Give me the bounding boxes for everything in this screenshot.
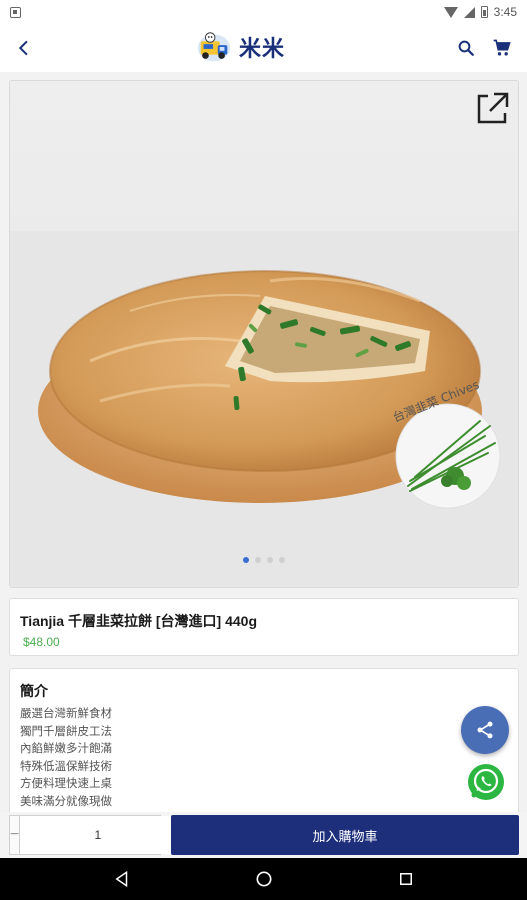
product-title-card: Tianjia 千層韭菜拉餅 [台灣進口] 440g $48.00 [9,598,519,656]
status-right: 3:45 [443,5,517,19]
intro-line: 特殊低溫保鮮技術 [20,758,112,773]
app-bar: 米米 [0,24,527,72]
status-left [10,6,21,18]
intro-line: 獨門千層餅皮工法 [20,723,112,738]
quantity-input[interactable] [20,816,176,854]
logo-truck-icon [197,32,231,62]
system-nav-bar [0,858,527,900]
open-external-icon [477,92,509,124]
product-image-card [9,80,519,588]
open-external-button[interactable] [472,89,512,129]
intro-line: 嚴選台灣新鮮食材 [20,706,112,720]
product-price: $48.00 [23,635,60,649]
nav-back-button[interactable] [110,867,134,891]
intro-heading: 簡介 [20,684,48,700]
carousel-dots [10,557,518,563]
back-arrow-icon [18,40,28,56]
wifi-icon [443,6,458,18]
back-triangle-icon [114,870,127,888]
add-to-cart-bar: − + 加入購物車 [0,812,527,858]
intro-line: 內餡鮮嫩多汁飽滿 [20,741,112,755]
whatsapp-icon [468,764,504,800]
nav-recents-button[interactable] [394,867,418,891]
home-circle-icon [256,871,271,887]
whatsapp-button[interactable] [464,760,508,804]
notification-icon [10,6,21,18]
share-button[interactable] [461,706,509,754]
recents-square-icon [399,873,412,885]
logo-text: 米米 [239,37,286,62]
add-to-cart-button[interactable]: 加入購物車 [171,815,519,855]
back-button[interactable] [10,34,38,62]
carousel-dot[interactable] [243,557,249,563]
signal-icon [463,6,475,18]
carousel-dot[interactable] [267,557,273,563]
cart-icon [493,39,511,56]
search-button[interactable] [452,34,480,62]
product-image[interactable] [10,81,519,588]
status-time: 3:45 [493,5,517,19]
intro-line: 美味滿分就像現做 [20,793,112,808]
product-title: Tianjia 千層韭菜拉餅 [台灣進口] 440g [20,613,257,629]
intro-line: 方便料理快速上桌 [20,776,112,790]
nav-home-button[interactable] [252,867,276,891]
cart-button[interactable] [488,34,516,62]
quantity-stepper: − + [9,815,186,855]
battery-icon [480,6,488,18]
app-logo[interactable]: 米米 [195,28,285,66]
carousel-dot[interactable] [279,557,285,563]
quantity-decrement-button[interactable]: − [10,816,21,854]
carousel-dot[interactable] [255,557,261,563]
search-icon [458,40,474,56]
share-icon [477,721,493,739]
status-bar: 3:45 [0,0,527,24]
